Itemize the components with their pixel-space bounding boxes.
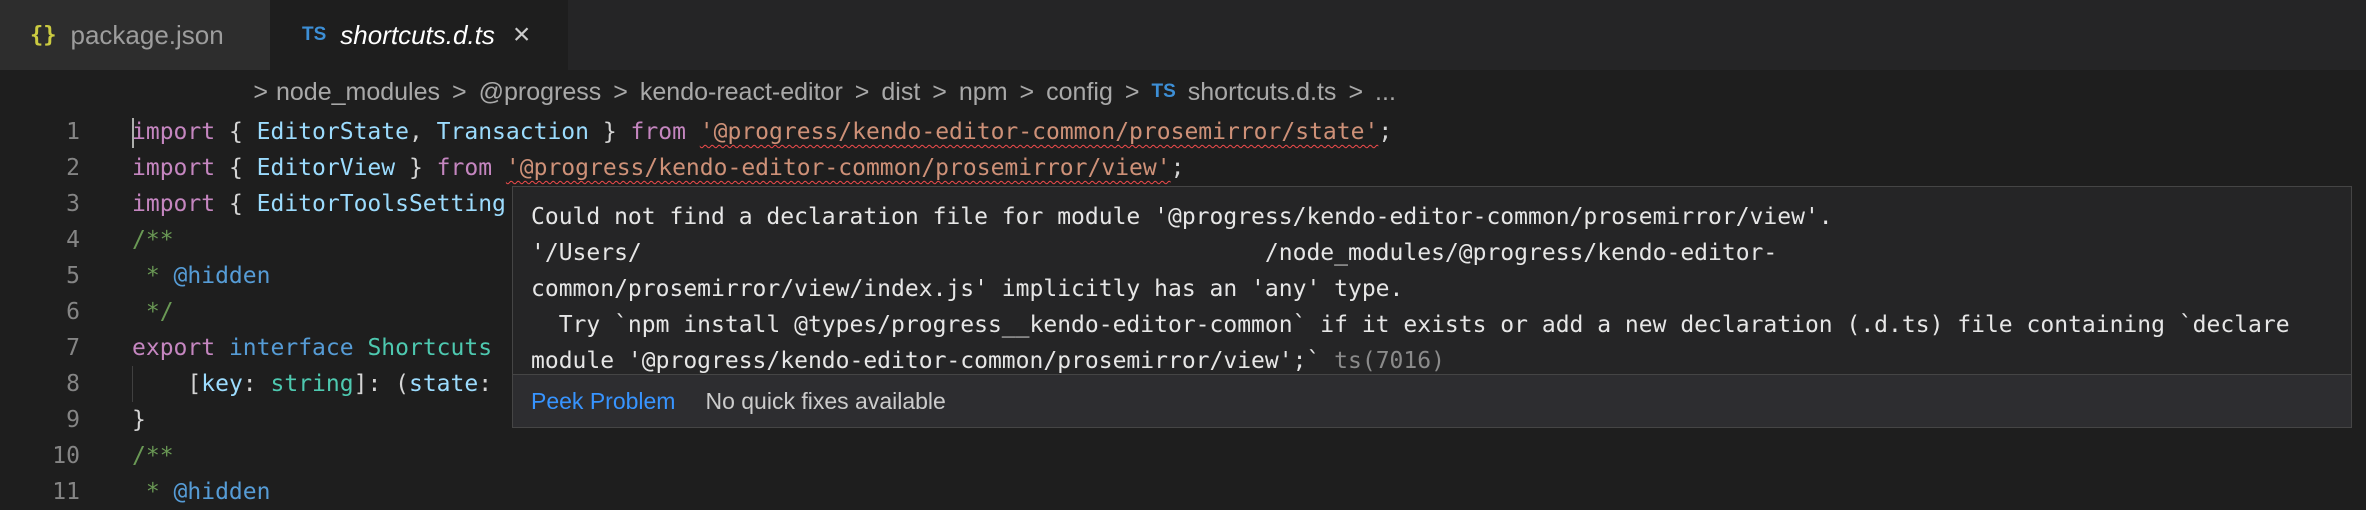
line-number: 3: [66, 191, 80, 217]
line-number: 8: [66, 371, 80, 397]
code-token: ;: [1170, 155, 1185, 181]
code-line: import { EditorToolsSetting: [132, 186, 506, 222]
breadcrumb-separator: >: [253, 77, 268, 106]
code-token: {: [215, 191, 257, 217]
breadcrumb-separator: >: [1348, 77, 1364, 106]
code-token: @hidden: [173, 263, 271, 289]
line-number: 11: [52, 479, 80, 505]
error-code: ts(7016): [1334, 348, 1445, 374]
code-token: import: [132, 191, 216, 217]
code-token: *: [132, 479, 174, 505]
error-message: Could not find a declaration file for mo…: [531, 199, 2290, 379]
code-line: import { EditorState, Transaction } from…: [132, 114, 1392, 150]
line-number: 5: [66, 263, 80, 289]
error-message-line: Try `npm install @types/progress__kendo-…: [531, 312, 2290, 338]
code-token: }: [589, 119, 631, 145]
breadcrumb: > node_modules > @progress > kendo-react…: [0, 70, 2366, 114]
breadcrumb-item[interactable]: kendo-react-editor: [640, 78, 843, 107]
code-token: import: [132, 119, 216, 145]
code-token: }: [395, 155, 437, 181]
code-token: string: [270, 371, 354, 397]
line-number: 1: [66, 119, 80, 145]
code-line: [key: string]: (state:: [132, 366, 492, 402]
breadcrumb-item[interactable]: node_modules: [276, 78, 440, 107]
tab-package-json[interactable]: {} package.json: [0, 0, 270, 70]
code-token: state: [408, 371, 479, 397]
ts-icon: TS: [1151, 81, 1176, 102]
code-line: */: [132, 299, 174, 325]
breadcrumb-more[interactable]: ...: [1375, 78, 1396, 107]
error-message-line: module '@progress/kendo-editor-common/pr…: [531, 348, 1321, 374]
code-token: ,: [408, 119, 437, 145]
code-token: import: [132, 155, 216, 181]
breadcrumb-separator: >: [613, 77, 628, 106]
error-message-line: Could not find a declaration file for mo…: [531, 204, 1833, 230]
line-number: 4: [66, 227, 80, 253]
code-token: Shortcuts: [367, 335, 493, 361]
code-token: [: [132, 371, 202, 397]
tab-label: shortcuts.d.ts: [340, 19, 495, 50]
code-token: Transaction: [436, 119, 589, 145]
code-token: *: [132, 263, 174, 289]
json-icon: {}: [30, 22, 57, 48]
breadcrumb-separator: >: [1124, 77, 1140, 106]
error-message-line: '/Users/ /node_modules/@progress/kendo-e…: [531, 240, 1778, 266]
code-token: @hidden: [173, 479, 271, 505]
code-token: :: [478, 371, 493, 397]
code-token: ]: (: [353, 371, 409, 397]
hover-tooltip: Could not find a declaration file for mo…: [512, 186, 2352, 428]
breadcrumb-item[interactable]: npm: [959, 78, 1008, 107]
code-line: * @hidden: [132, 474, 271, 510]
breadcrumb-file[interactable]: shortcuts.d.ts: [1188, 78, 1337, 107]
line-number: 2: [66, 155, 80, 181]
code-line: export interface Shortcuts: [132, 330, 492, 366]
code-token: from: [630, 119, 686, 145]
breadcrumb-separator: >: [1019, 77, 1035, 106]
code-token: {: [215, 155, 257, 181]
close-icon[interactable]: ×: [513, 20, 531, 50]
code-token: from: [436, 155, 493, 181]
breadcrumb-item[interactable]: dist: [881, 78, 920, 107]
code-line: }: [132, 407, 146, 433]
hover-actions: Peek Problem No quick fixes available: [513, 374, 2351, 427]
line-number: 7: [66, 335, 80, 361]
code-token: {: [215, 119, 257, 145]
error-squiggle[interactable]: '@progress/kendo-editor-common/prosemirr…: [506, 155, 1171, 181]
breadcrumb-item[interactable]: @progress: [479, 78, 602, 107]
breadcrumb-separator: >: [932, 77, 947, 106]
code-token: :: [242, 371, 271, 397]
code-line: /**: [132, 227, 174, 253]
tab-label: package.json: [70, 19, 224, 50]
code-token: key: [201, 371, 243, 397]
tab-bar: {} package.json TS shortcuts.d.ts ×: [0, 0, 2366, 70]
no-quick-fixes-label: No quick fixes available: [705, 387, 946, 414]
code-line: /**: [132, 443, 174, 469]
code-line: import { EditorView } from '@progress/ke…: [132, 150, 1184, 186]
code-token: export: [132, 335, 216, 361]
peek-problem-link[interactable]: Peek Problem: [531, 388, 675, 415]
breadcrumb-separator: >: [854, 77, 870, 106]
error-message-line: common/prosemirror/view/index.js' implic…: [531, 276, 1404, 302]
code-token: EditorState: [256, 119, 409, 145]
line-number: 10: [52, 443, 80, 469]
breadcrumb-item[interactable]: config: [1046, 78, 1113, 107]
line-number: 6: [66, 299, 80, 325]
line-number: 9: [66, 407, 80, 433]
code-token: EditorToolsSetting: [256, 191, 506, 217]
ts-icon: TS: [302, 24, 327, 45]
code-token: EditorView: [256, 155, 396, 181]
tab-shortcuts-d-ts[interactable]: TS shortcuts.d.ts ×: [270, 0, 568, 70]
error-squiggle[interactable]: '@progress/kendo-editor-common/prosemirr…: [700, 119, 1379, 145]
code-line: * @hidden: [132, 258, 271, 294]
code-token: ;: [1378, 119, 1393, 145]
breadcrumb-separator: >: [452, 77, 467, 106]
code-token: interface: [228, 335, 354, 361]
